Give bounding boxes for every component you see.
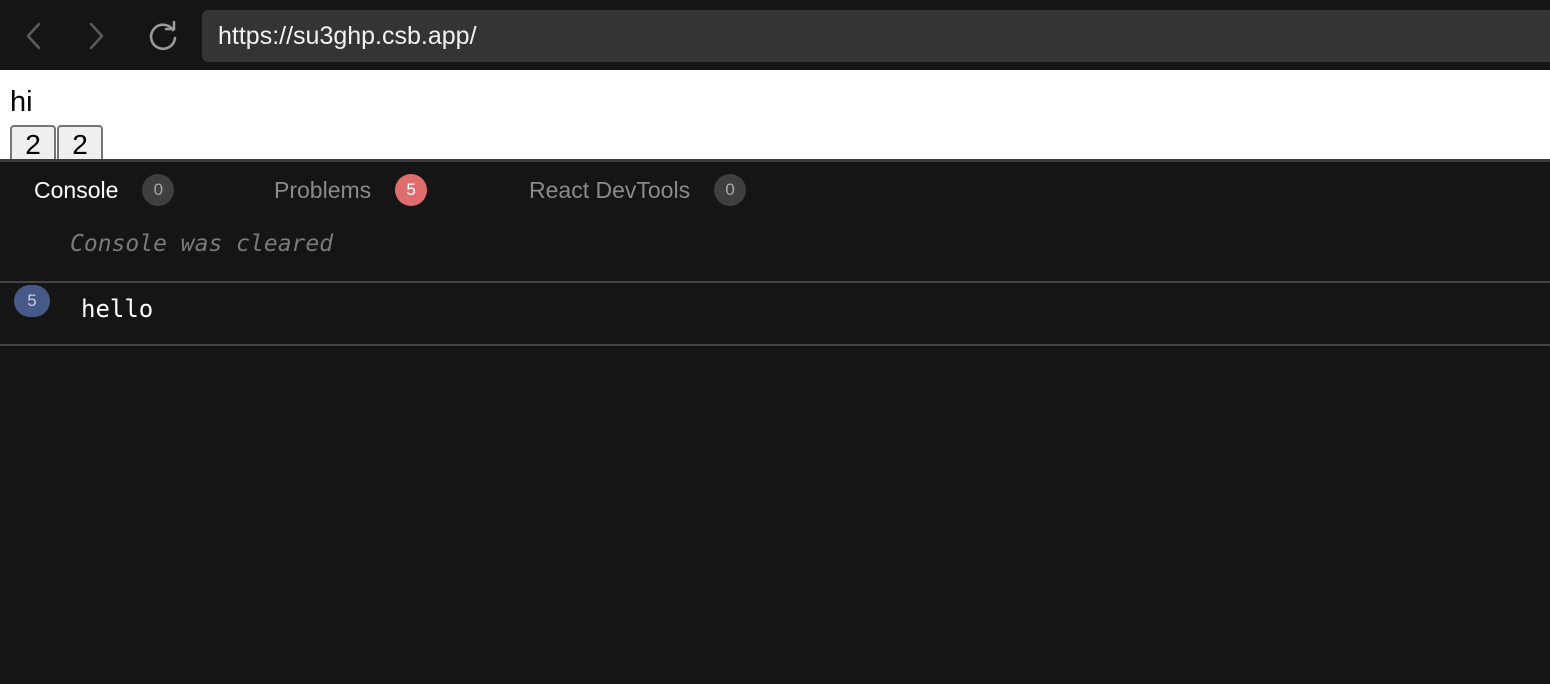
console-entry-divider	[0, 281, 1550, 283]
tab-problems[interactable]: Problems 5	[274, 172, 428, 208]
preview-button-2[interactable]: 2	[57, 125, 103, 160]
url-bar[interactable]: https://su3ghp.csb.app/	[202, 10, 1550, 62]
browser-toolbar: https://su3ghp.csb.app/	[0, 0, 1550, 70]
tab-react-devtools[interactable]: React DevTools 0	[529, 172, 747, 208]
back-button[interactable]	[14, 16, 54, 56]
console-cleared-message: Console was cleared	[70, 231, 334, 257]
reload-icon	[149, 20, 177, 51]
log-repeat-count-badge: 5	[14, 285, 50, 317]
preview-pane: hi 2 2	[0, 70, 1550, 160]
tab-console-label: Console	[34, 176, 119, 203]
panel-divider[interactable]	[0, 159, 1550, 162]
forward-button[interactable]	[76, 16, 116, 56]
console-count-badge: 0	[142, 174, 175, 206]
tab-react-devtools-label: React DevTools	[529, 176, 691, 203]
tab-problems-label: Problems	[274, 176, 372, 203]
chevron-right-icon	[89, 22, 104, 50]
tab-console[interactable]: Console 0	[34, 172, 175, 208]
preview-button-1[interactable]: 2	[10, 125, 56, 160]
react-devtools-count-badge: 0	[714, 174, 747, 206]
console-log-message: hello	[81, 295, 154, 323]
preview-text: hi	[10, 86, 33, 118]
console-entry-divider-bottom	[0, 344, 1550, 346]
problems-count-badge: 5	[395, 174, 428, 206]
chevron-left-icon	[26, 22, 41, 50]
reload-button[interactable]	[143, 16, 183, 56]
